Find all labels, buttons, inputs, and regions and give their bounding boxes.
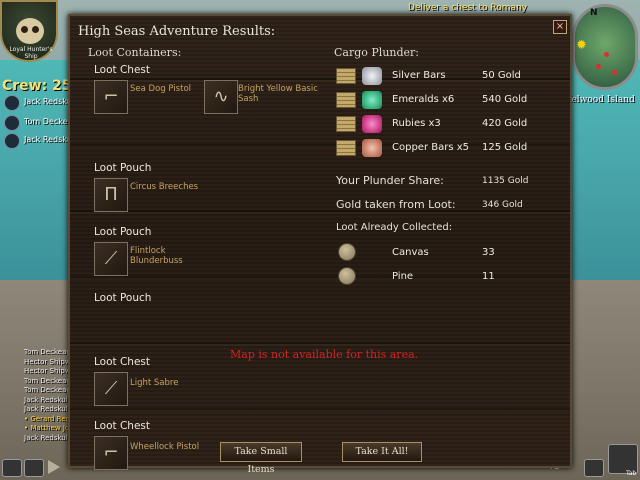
hotkey-tab-label: Tab bbox=[626, 470, 637, 477]
ship-emblem[interactable]: Loyal Hunter's Ship bbox=[0, 0, 58, 62]
collected-row: Canvas 33 bbox=[336, 242, 536, 264]
chat-line: Tom Deckeag bbox=[24, 386, 71, 394]
cargo-row: Silver Bars 50 Gold bbox=[336, 66, 536, 86]
loot-item-slot[interactable]: ⟋ bbox=[94, 372, 128, 406]
collected-row: Pine 11 bbox=[336, 266, 536, 288]
breeches-icon: Π bbox=[104, 184, 118, 205]
crew-member[interactable]: Jack Redskull bbox=[4, 94, 76, 112]
pistol-icon: ⌐ bbox=[103, 86, 119, 107]
chat-line: Jack Redskull bbox=[24, 405, 70, 413]
loot-item-name: Bright Yellow Basic Sash bbox=[238, 84, 318, 104]
take-it-all-button[interactable]: Take It All! bbox=[342, 442, 422, 462]
cargo-name: Copper Bars x5 bbox=[392, 142, 470, 153]
copper-bar-icon bbox=[362, 139, 382, 157]
cargo-row: Rubies x3 420 Gold bbox=[336, 114, 536, 134]
collected-name: Pine bbox=[392, 271, 414, 282]
crew-avatar-icon bbox=[4, 115, 20, 131]
cargo-name: Silver Bars bbox=[392, 70, 446, 81]
loot-item-name: Wheellock Pistol bbox=[130, 442, 200, 452]
gold-taken-label: Gold taken from Loot: bbox=[336, 198, 456, 211]
cargo-name: Emeralds x6 bbox=[392, 94, 455, 105]
container-label: Loot Pouch bbox=[94, 292, 152, 304]
emerald-icon bbox=[362, 91, 382, 109]
crate-icon bbox=[336, 68, 356, 84]
pine-icon bbox=[338, 267, 356, 285]
collected-qty: 33 bbox=[482, 247, 495, 258]
panel-title: High Seas Adventure Results: bbox=[78, 24, 276, 39]
crew-member[interactable]: Tom Deckeag bbox=[4, 114, 78, 132]
container-label: Loot Pouch bbox=[94, 162, 152, 174]
chat-line: Jack Redskull bbox=[24, 395, 70, 404]
map-marker-icon bbox=[596, 64, 601, 69]
cargo-heading: Cargo Plunder: bbox=[334, 46, 419, 59]
loot-item-slot[interactable]: ⌐ bbox=[94, 436, 128, 470]
ship-label: Loyal Hunter's Ship bbox=[9, 46, 53, 60]
canvas-icon bbox=[338, 243, 356, 261]
close-button[interactable]: × bbox=[553, 20, 567, 34]
quest-tracker[interactable]: Deliver a chest to Romany bbox=[408, 3, 527, 13]
ruby-icon bbox=[362, 115, 382, 133]
loot-containers-heading: Loot Containers: bbox=[88, 46, 182, 59]
loot-item-slot[interactable]: ∿ bbox=[204, 80, 238, 114]
container-label: Loot Chest bbox=[94, 356, 151, 368]
loot-item-slot[interactable]: ⟋ bbox=[94, 242, 128, 276]
container-label: Loot Pouch bbox=[94, 226, 152, 238]
sash-icon: ∿ bbox=[213, 86, 229, 107]
crate-icon bbox=[336, 92, 356, 108]
cargo-value: 540 Gold bbox=[482, 94, 528, 105]
chat-line: • Gerard Redf bbox=[24, 414, 73, 423]
loot-item-slot[interactable]: Π bbox=[94, 178, 128, 212]
adventure-results-panel: High Seas Adventure Results: × Loot Cont… bbox=[68, 14, 572, 475]
cargo-value: 50 Gold bbox=[482, 70, 521, 81]
loot-item-slot[interactable]: ⌐ bbox=[94, 80, 128, 114]
cargo-name: Rubies x3 bbox=[392, 118, 441, 129]
chat-line: Tom Deckeag bbox=[24, 376, 71, 385]
crew-avatar-icon bbox=[4, 133, 20, 149]
container-label: Loot Chest bbox=[94, 64, 151, 76]
chat-button[interactable] bbox=[24, 459, 44, 477]
cargo-value: 125 Gold bbox=[482, 142, 528, 153]
map-marker-icon bbox=[612, 70, 617, 75]
chat-line: • Matthew Jo bbox=[24, 424, 70, 432]
already-collected-label: Loot Already Collected: bbox=[336, 222, 453, 233]
loot-item-name: Circus Breeches bbox=[130, 182, 199, 192]
island-name: Kelwood Island bbox=[565, 95, 635, 105]
sabre-icon: ⟋ bbox=[104, 378, 118, 399]
compass-button[interactable] bbox=[2, 459, 22, 477]
collected-qty: 11 bbox=[482, 271, 495, 282]
crew-avatar-icon bbox=[4, 95, 20, 111]
container-label: Loot Chest bbox=[94, 420, 151, 432]
collected-name: Canvas bbox=[392, 247, 429, 258]
take-small-items-button[interactable]: Take Small Items bbox=[220, 442, 302, 475]
crate-icon bbox=[336, 140, 356, 156]
weapon-slot-button[interactable] bbox=[584, 459, 604, 477]
plunder-share-value: 1135 Gold bbox=[482, 176, 529, 186]
cargo-value: 420 Gold bbox=[482, 118, 528, 129]
plunder-share-label: Your Plunder Share: bbox=[336, 174, 444, 187]
loot-item-name: Sea Dog Pistol bbox=[130, 84, 192, 94]
map-marker-icon bbox=[604, 52, 609, 57]
pistol-icon: ⌐ bbox=[103, 442, 119, 463]
crate-icon bbox=[336, 116, 356, 132]
sun-icon: ✹ bbox=[576, 38, 587, 53]
chat-line: Jack Redskull bbox=[24, 433, 70, 442]
cargo-row: Emeralds x6 540 Gold bbox=[336, 90, 536, 110]
expand-arrow-icon[interactable] bbox=[48, 460, 60, 474]
blunderbuss-icon: ⟋ bbox=[104, 248, 118, 269]
chat-line: Tom Deckeag bbox=[24, 348, 71, 356]
skull-icon bbox=[16, 18, 44, 44]
compass-north-label: N bbox=[590, 8, 598, 18]
map-unavailable-message: Map is not available for this area. bbox=[230, 348, 419, 361]
loot-item-name: Light Sabre bbox=[130, 378, 179, 388]
loot-item-name: Flintlock Blunderbuss bbox=[130, 246, 183, 266]
cargo-row: Copper Bars x5 125 Gold bbox=[336, 138, 536, 158]
crew-member[interactable]: Jack Redskull bbox=[4, 132, 76, 150]
gold-taken-value: 346 Gold bbox=[482, 200, 523, 210]
silver-bar-icon bbox=[362, 67, 382, 85]
